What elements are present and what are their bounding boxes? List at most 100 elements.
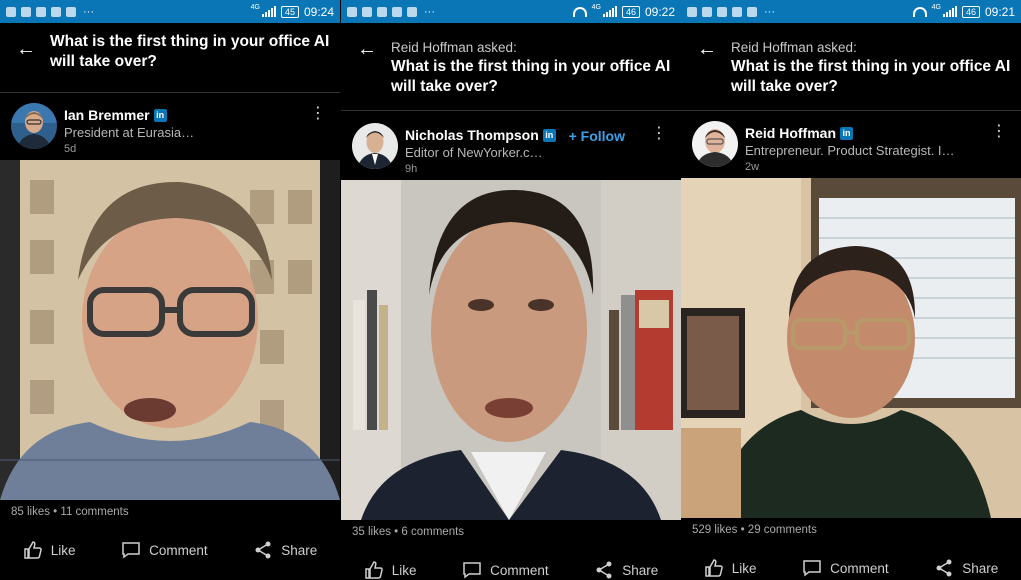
question-header: ← What is the first thing in your office… — [0, 23, 340, 93]
share-button[interactable]: Share — [934, 558, 998, 578]
video-answer-panel: ··· 4G 46 09:22 ← Reid Hoffman asked: Wh… — [341, 0, 681, 580]
share-label: Share — [281, 542, 318, 558]
signal-icon — [602, 6, 617, 17]
engagement-stats[interactable]: 529 likes • 29 comments — [692, 524, 817, 536]
comment-label: Comment — [149, 542, 208, 558]
author-name[interactable]: Reid Hoffman in — [745, 125, 853, 141]
comment-icon — [463, 562, 481, 579]
battery-icon: 46 — [961, 5, 980, 18]
avatar[interactable] — [352, 123, 398, 169]
share-icon — [596, 561, 612, 579]
comment-button[interactable]: Comment — [121, 540, 208, 560]
more-vertical-icon[interactable]: ⋮ — [310, 106, 326, 122]
signal-icon — [942, 6, 957, 17]
author-headline: President at Eurasia… — [64, 125, 195, 140]
more-vertical-icon[interactable]: ⋮ — [651, 126, 667, 142]
notification-icon — [66, 6, 76, 17]
back-arrow-icon[interactable]: ← — [16, 39, 36, 59]
engagement-stats[interactable]: 35 likes • 6 comments — [352, 526, 464, 538]
notification-icon — [6, 6, 16, 17]
status-bar: ··· 4G 46 09:21 — [681, 0, 1021, 23]
asked-by[interactable]: Reid Hoffman asked: — [731, 40, 1011, 55]
notification-icon — [362, 6, 372, 17]
question-title: What is the first thing in your office A… — [50, 33, 330, 70]
comment-icon — [803, 560, 821, 577]
network-type: 4G — [931, 3, 941, 11]
clock: 09:21 — [984, 4, 1015, 19]
notification-icons: ··· — [347, 5, 435, 18]
author-headline: Editor of NewYorker.c… — [405, 145, 543, 160]
video-answer-panel: ··· 4G 45 09:24 ← What is the first thin… — [0, 0, 340, 580]
notification-icon — [687, 6, 697, 17]
clock: 09:22 — [644, 4, 675, 19]
author-row[interactable]: Reid Hoffman in Entrepreneur. Product St… — [681, 114, 1021, 180]
action-bar: Like Comment Share — [0, 540, 340, 560]
network-type: 4G — [591, 3, 601, 11]
signal-icon — [261, 6, 276, 17]
notification-icon — [347, 6, 357, 17]
question-title: What is the first thing in your office A… — [731, 58, 1011, 95]
video-player[interactable] — [0, 160, 340, 500]
asked-by[interactable]: Reid Hoffman asked: — [391, 40, 671, 55]
like-label: Like — [391, 562, 417, 578]
post-timestamp: 5d — [64, 143, 77, 155]
status-bar: ··· 4G 45 09:24 — [0, 0, 340, 23]
comment-label: Comment — [830, 560, 889, 576]
avatar[interactable] — [11, 103, 57, 149]
post-timestamp: 9h — [405, 163, 418, 175]
like-label: Like — [50, 542, 76, 558]
back-arrow-icon[interactable]: ← — [697, 39, 717, 59]
like-button[interactable]: Like — [23, 540, 76, 560]
back-arrow-icon[interactable]: ← — [357, 39, 377, 59]
notification-icon — [732, 6, 742, 17]
video-answer-panel: ··· 4G 46 09:21 ← Reid Hoffman asked: Wh… — [681, 0, 1021, 580]
comment-button[interactable]: Comment — [802, 558, 889, 578]
like-button[interactable]: Like — [704, 558, 757, 578]
comment-label: Comment — [490, 562, 549, 578]
author-row[interactable]: Nicholas Thompson in + Follow Editor of … — [341, 116, 681, 182]
wifi-icon — [572, 6, 587, 17]
battery-icon: 46 — [621, 5, 640, 18]
notification-icon — [51, 6, 61, 17]
notification-icon — [36, 6, 46, 17]
notification-icon — [717, 6, 727, 17]
wifi-icon — [912, 6, 927, 17]
author-name[interactable]: Ian Bremmer in — [64, 107, 167, 123]
like-icon — [705, 559, 723, 577]
share-icon — [255, 541, 271, 559]
more-vertical-icon[interactable]: ⋮ — [991, 124, 1007, 140]
more-notifications-icon: ··· — [424, 5, 435, 18]
share-button[interactable]: Share — [594, 560, 658, 580]
author-row[interactable]: Ian Bremmer in President at Eurasia… 5d … — [0, 96, 340, 162]
follow-button[interactable]: + Follow — [569, 128, 625, 144]
action-bar: Like Comment Share — [681, 558, 1021, 578]
network-type: 4G — [250, 3, 260, 11]
share-label: Share — [622, 562, 659, 578]
post-timestamp: 2w — [745, 161, 760, 173]
author-headline: Entrepreneur. Product Strategist. I… — [745, 143, 955, 158]
engagement-stats[interactable]: 85 likes • 11 comments — [11, 506, 129, 518]
share-button[interactable]: Share — [253, 540, 317, 560]
notification-icon — [407, 6, 417, 17]
share-label: Share — [962, 560, 999, 576]
video-player[interactable] — [341, 180, 681, 520]
author-name[interactable]: Nicholas Thompson in — [405, 127, 556, 143]
notification-icons: ··· — [6, 5, 94, 18]
battery-icon: 45 — [280, 5, 299, 18]
avatar[interactable] — [692, 121, 738, 167]
notification-icon — [377, 6, 387, 17]
comment-button[interactable]: Comment — [462, 560, 549, 580]
question-header: ← Reid Hoffman asked: What is the first … — [341, 23, 681, 111]
video-player[interactable] — [681, 178, 1021, 518]
clock: 09:24 — [303, 4, 334, 19]
notification-icon — [21, 6, 31, 17]
more-notifications-icon: ··· — [83, 5, 94, 18]
question-header: ← Reid Hoffman asked: What is the first … — [681, 23, 1021, 111]
like-button[interactable]: Like — [364, 560, 417, 580]
notification-icon — [702, 6, 712, 17]
action-bar: Like Comment Share — [341, 560, 681, 580]
notification-icons: ··· — [687, 6, 775, 17]
notification-icon — [747, 6, 757, 17]
comment-icon — [122, 542, 140, 559]
like-icon — [24, 541, 42, 559]
